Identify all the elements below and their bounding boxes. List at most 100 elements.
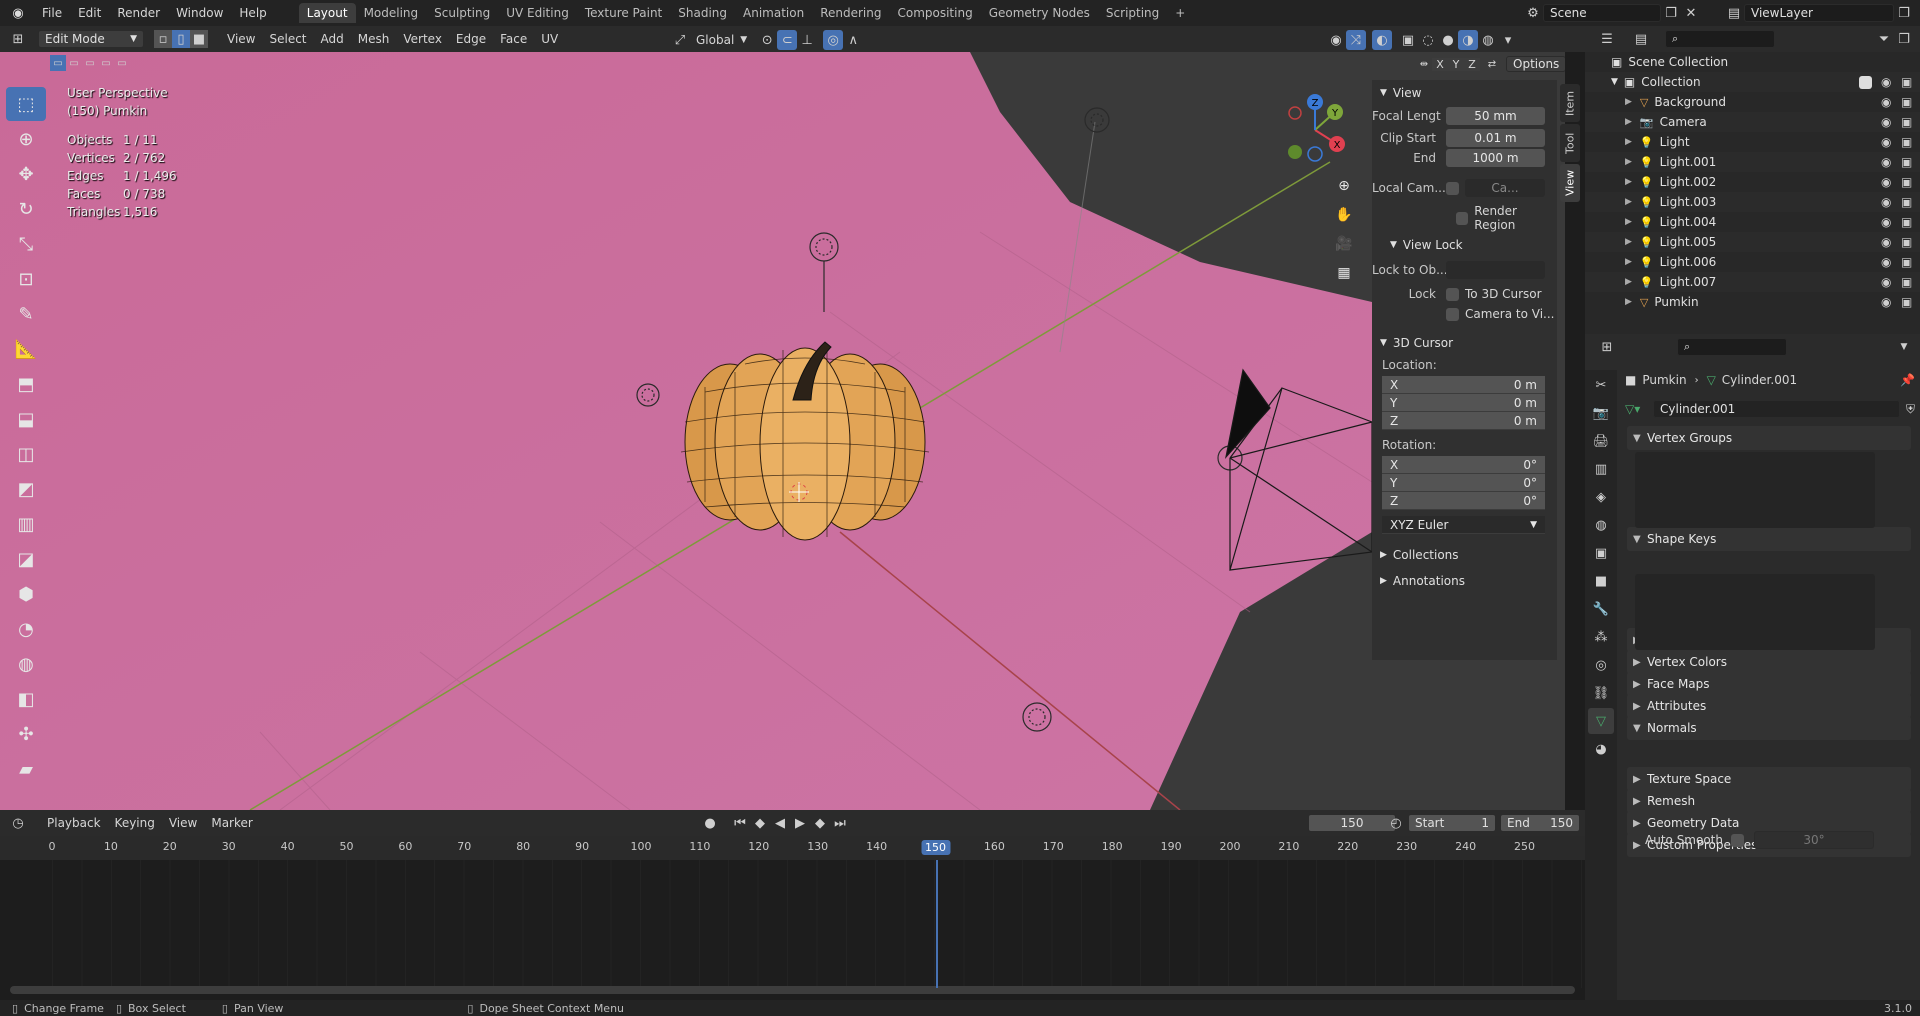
outliner-item[interactable]: ▶ 💡 Light.002 ◉ ▣	[1585, 172, 1920, 192]
section-annotations-header[interactable]: ▶ Annotations	[1372, 570, 1557, 592]
remove-scene-icon[interactable]: ✕	[1681, 3, 1701, 23]
collection-tab-icon[interactable]: ▣	[1588, 540, 1614, 566]
section-view-lock-header[interactable]: ▼ View Lock	[1372, 234, 1557, 256]
eye-icon[interactable]: ◉	[1881, 135, 1891, 149]
mirror-x-button[interactable]: X	[1432, 57, 1448, 71]
shading-options-icon[interactable]: ▾	[1498, 30, 1518, 50]
select-invert-icon[interactable]: ▭	[98, 55, 114, 71]
chevron-right-icon[interactable]: ▶	[1625, 177, 1632, 187]
material-shading-icon[interactable]: ◑	[1458, 30, 1478, 50]
menu-help[interactable]: Help	[231, 6, 274, 20]
spin-tool-icon[interactable]: ◔	[6, 612, 46, 646]
add-cube-tool-icon[interactable]: ⬒	[6, 367, 46, 401]
section-normals[interactable]: ▼ Normals	[1627, 716, 1911, 740]
outliner-item[interactable]: ▶ 💡 Light.003 ◉ ▣	[1585, 192, 1920, 212]
falloff-icon[interactable]: ∧	[843, 30, 863, 50]
pan-hand-icon[interactable]: ✋	[1332, 201, 1356, 229]
scene-icon[interactable]: ⚙	[1523, 3, 1543, 23]
timeline-scrollbar[interactable]	[10, 986, 1575, 994]
proportional-edit-icon[interactable]: ◎	[823, 30, 844, 50]
camera-to-view-checkbox[interactable]	[1446, 307, 1459, 321]
menu-timeline-view[interactable]: View	[162, 816, 204, 830]
overlay-icon[interactable]: ◐	[1372, 30, 1392, 50]
menu-uv[interactable]: UV	[534, 32, 565, 46]
eye-icon[interactable]: ◉	[1881, 95, 1891, 109]
menu-file[interactable]: File	[34, 6, 70, 20]
tab-animation[interactable]: Animation	[735, 3, 812, 23]
orientation-icon[interactable]: ⤢	[670, 30, 690, 50]
add-workspace-button[interactable]: +	[1167, 3, 1193, 23]
constraints-tab-icon[interactable]: ⛓	[1588, 680, 1614, 706]
outliner-item[interactable]: ▶ 💡 Light ◉ ▣	[1585, 132, 1920, 152]
end-frame-field[interactable]: End 150	[1500, 814, 1580, 832]
eye-icon[interactable]: ◉	[1881, 255, 1891, 269]
outliner-item[interactable]: ▶ ▽ Pumkin ◉ ▣	[1585, 292, 1920, 312]
section-view-header[interactable]: ▼ View	[1372, 82, 1557, 104]
render-camera-icon[interactable]: ▣	[1901, 235, 1912, 249]
vertex-groups-list[interactable]	[1635, 452, 1875, 528]
solid-shading-icon[interactable]: ●	[1438, 30, 1458, 50]
auto-merge-icon[interactable]: ⇄	[1484, 56, 1500, 72]
transform-tool-icon[interactable]: ⊡	[6, 262, 46, 296]
pin-icon[interactable]: 📌	[1900, 373, 1915, 387]
menu-select[interactable]: Select	[262, 32, 313, 46]
editor-type-icon[interactable]: ⊞	[8, 29, 28, 49]
mirror-z-button[interactable]: Z	[1464, 57, 1480, 71]
modifier-tab-icon[interactable]: 🔧	[1588, 596, 1614, 622]
tab-item[interactable]: Item	[1560, 84, 1580, 122]
bevel-tool-icon[interactable]: ◩	[6, 472, 46, 506]
current-frame-field[interactable]: 150	[1308, 814, 1396, 832]
outliner-scene-collection[interactable]: ▣ Scene Collection	[1585, 52, 1920, 72]
edge-slide-tool-icon[interactable]: ◧	[6, 682, 46, 716]
display-mode-icon[interactable]: ▤	[1631, 29, 1651, 49]
eye-icon[interactable]: ◉	[1881, 235, 1891, 249]
cursor-tool-icon[interactable]: ⊕	[6, 122, 46, 156]
section-3d-cursor-header[interactable]: ▼ 3D Cursor	[1372, 332, 1557, 354]
eye-icon[interactable]: ◉	[1881, 155, 1891, 169]
mode-select[interactable]: Edit Mode ▼	[38, 30, 144, 48]
tab-compositing[interactable]: Compositing	[889, 3, 980, 23]
tab-shading[interactable]: Shading	[670, 3, 735, 23]
auto-keying-icon[interactable]: ●	[700, 813, 720, 833]
filter-icon[interactable]: ⏷	[1874, 29, 1894, 49]
section-vertex-groups[interactable]: ▼ Vertex Groups	[1627, 426, 1911, 450]
keyframe-area[interactable]	[52, 860, 1582, 988]
wireframe-shading-icon[interactable]: ◌	[1418, 30, 1438, 50]
tab-modeling[interactable]: Modeling	[356, 3, 427, 23]
chevron-right-icon[interactable]: ▶	[1625, 197, 1632, 207]
section-attributes[interactable]: ▶ Attributes	[1627, 694, 1911, 718]
render-camera-icon[interactable]: ▣	[1901, 175, 1912, 189]
tab-view[interactable]: View	[1560, 164, 1580, 202]
select-box-tool-icon[interactable]: ⬚	[6, 87, 46, 121]
material-tab-icon[interactable]: ◕	[1588, 736, 1614, 762]
render-camera-icon[interactable]: ▣	[1901, 135, 1912, 149]
render-region-checkbox[interactable]	[1456, 211, 1469, 225]
xray-icon[interactable]: ▣	[1398, 30, 1418, 50]
outliner-item[interactable]: ▶ 💡 Light.006 ◉ ▣	[1585, 252, 1920, 272]
measure-tool-icon[interactable]: 📐	[6, 332, 46, 366]
render-camera-icon[interactable]: ▣	[1901, 155, 1912, 169]
world-tab-icon[interactable]: ◍	[1588, 512, 1614, 538]
pumpkin-mesh[interactable]	[680, 341, 930, 541]
menu-window[interactable]: Window	[168, 6, 231, 20]
physics-tab-icon[interactable]: ◎	[1588, 652, 1614, 678]
chevron-right-icon[interactable]: ▶	[1625, 157, 1632, 167]
menu-marker[interactable]: Marker	[204, 816, 259, 830]
outliner-editor-icon[interactable]: ☰	[1597, 29, 1617, 49]
section-face-maps[interactable]: ▶ Face Maps	[1627, 672, 1911, 696]
menu-add[interactable]: Add	[314, 32, 351, 46]
mesh-browse-icon[interactable]: ▽▾	[1625, 402, 1653, 416]
scene-tab-icon[interactable]: ◈	[1588, 484, 1614, 510]
render-camera-icon[interactable]: ▣	[1901, 115, 1912, 129]
select-subtract-icon[interactable]: ▭	[82, 55, 98, 71]
auto-smooth-angle-field[interactable]: 30°	[1754, 831, 1874, 849]
editor-type-icon[interactable]: ◷	[8, 813, 28, 833]
poly-build-tool-icon[interactable]: ⬢	[6, 577, 46, 611]
play-icon[interactable]: ▶	[790, 813, 810, 833]
new-collection-icon[interactable]: ❐	[1894, 29, 1914, 49]
rotation-mode-select[interactable]: XYZ Euler ▼	[1382, 516, 1545, 534]
render-camera-icon[interactable]: ▣	[1901, 295, 1912, 309]
render-camera-icon[interactable]: ▣	[1901, 95, 1912, 109]
focal-length-field[interactable]: 50 mm	[1446, 107, 1545, 125]
rendered-shading-icon[interactable]: ◍	[1478, 30, 1498, 50]
